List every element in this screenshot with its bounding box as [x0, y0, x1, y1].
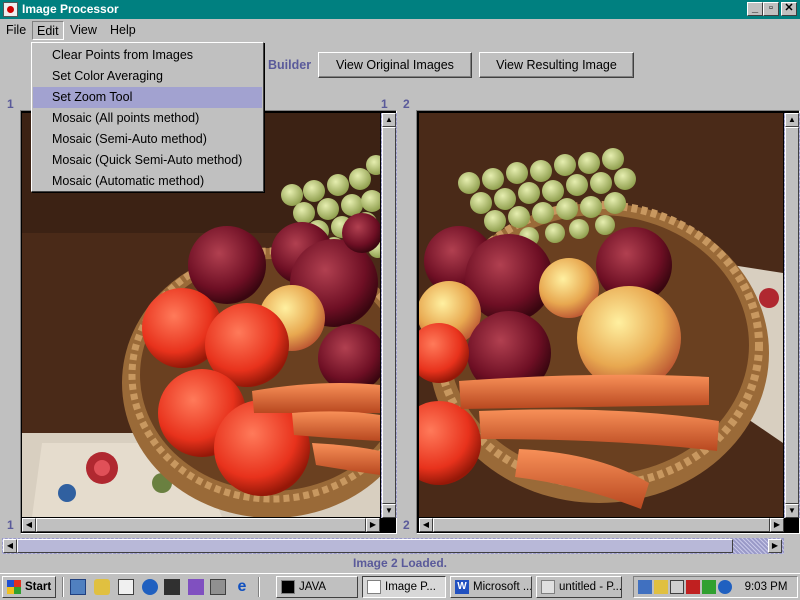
minimize-button[interactable]: _ — [747, 2, 763, 16]
left-panel-number-top: 1 — [7, 97, 14, 111]
windows-logo-icon — [7, 580, 21, 594]
menu-view[interactable]: View — [66, 21, 101, 40]
java-app-icon — [367, 580, 381, 594]
notepad-icon[interactable] — [118, 579, 134, 595]
builder-label: Builder — [268, 58, 312, 72]
left-scroll-right-button[interactable]: ▶ — [366, 518, 380, 532]
right-horizontal-scroll-thumb[interactable] — [433, 518, 770, 532]
view-original-images-button[interactable]: View Original Images — [318, 52, 472, 78]
menu-item-mosaic-quick-semi-auto[interactable]: Mosaic (Quick Semi-Auto method) — [33, 150, 262, 171]
scanner-icon[interactable] — [188, 579, 204, 595]
task-button-microsoft[interactable]: W Microsoft ... — [450, 576, 532, 598]
word-icon: W — [455, 580, 469, 594]
settings-icon[interactable] — [718, 580, 732, 594]
status-text: Image 2 Loaded. — [352, 556, 448, 570]
title-bar: Image Processor — [0, 0, 800, 19]
menu-item-mosaic-automatic[interactable]: Mosaic (Automatic method) — [33, 171, 262, 192]
calculator-icon[interactable] — [210, 579, 226, 595]
task-label-microsoft: Microsoft ... — [473, 581, 532, 593]
menu-item-set-zoom-tool[interactable]: Set Zoom Tool — [33, 87, 262, 108]
menu-item-clear-points[interactable]: Clear Points from Images — [33, 45, 262, 66]
task-button-untitled-paint[interactable]: untitled - P... — [536, 576, 622, 598]
network-icon[interactable] — [638, 580, 652, 594]
start-button[interactable]: Start — [2, 576, 56, 598]
media-icon[interactable] — [164, 579, 180, 595]
left-scroll-up-button[interactable]: ▲ — [382, 113, 396, 127]
menu-file[interactable]: File — [2, 21, 30, 40]
right-scroll-down-button[interactable]: ▼ — [785, 504, 799, 518]
right-panel-number-top: 2 — [403, 97, 410, 111]
main-horizontal-scroll-thumb[interactable] — [17, 539, 733, 553]
paint-icon — [541, 580, 555, 594]
left-vertical-scroll-thumb[interactable] — [382, 127, 396, 504]
right-vertical-scroll-thumb[interactable] — [785, 127, 799, 504]
taskbar-divider — [258, 577, 260, 597]
hand-tool-icon[interactable] — [94, 579, 110, 595]
left-panel-number-top-right: 1 — [381, 97, 388, 111]
taskbar-divider — [62, 577, 64, 597]
menu-item-mosaic-all-points[interactable]: Mosaic (All points method) — [33, 108, 262, 129]
start-label: Start — [25, 581, 52, 593]
view-resulting-image-button[interactable]: View Resulting Image — [479, 52, 634, 78]
edit-menu-dropdown: Clear Points from Images Set Color Avera… — [31, 42, 264, 192]
right-fruit-image[interactable] — [419, 113, 783, 517]
globe-icon[interactable] — [142, 579, 158, 595]
app-icon — [3, 2, 18, 17]
clock[interactable]: 9:03 PM — [738, 577, 794, 597]
left-horizontal-scroll-thumb[interactable] — [36, 518, 366, 532]
left-panel-number-bottom: 1 — [7, 518, 14, 532]
left-scroll-down-button[interactable]: ▼ — [382, 504, 396, 518]
right-panel-number-bottom: 2 — [403, 518, 410, 532]
volume-icon[interactable] — [670, 580, 684, 594]
task-label-untitled-paint: untitled - P... — [559, 581, 622, 593]
game-icon[interactable] — [702, 580, 716, 594]
menu-item-mosaic-semi-auto[interactable]: Mosaic (Semi-Auto method) — [33, 129, 262, 150]
task-button-image-processor[interactable]: Image P... — [362, 576, 446, 598]
task-label-java: JAVA — [299, 581, 327, 593]
main-scroll-right-button[interactable]: ▶ — [768, 539, 782, 553]
right-scroll-left-button[interactable]: ◀ — [419, 518, 433, 532]
show-desktop-icon[interactable] — [70, 579, 86, 595]
ie-icon[interactable]: e — [234, 579, 250, 595]
left-scroll-left-button[interactable]: ◀ — [22, 518, 36, 532]
maximize-button[interactable]: ▫ — [763, 2, 779, 16]
pencil-icon[interactable] — [654, 580, 668, 594]
menu-edit[interactable]: Edit — [32, 21, 64, 40]
ati-icon[interactable] — [686, 580, 700, 594]
main-scroll-left-button[interactable]: ◀ — [3, 539, 17, 553]
window-title: Image Processor — [22, 2, 119, 16]
right-scroll-right-button[interactable]: ▶ — [770, 518, 784, 532]
right-scroll-up-button[interactable]: ▲ — [785, 113, 799, 127]
menu-help[interactable]: Help — [106, 21, 140, 40]
task-label-image-processor: Image P... — [385, 581, 436, 593]
msdos-icon — [281, 580, 295, 594]
task-button-java[interactable]: JAVA — [276, 576, 358, 598]
close-button[interactable]: ✕ — [781, 2, 797, 16]
menu-item-set-color-averaging[interactable]: Set Color Averaging — [33, 66, 262, 87]
